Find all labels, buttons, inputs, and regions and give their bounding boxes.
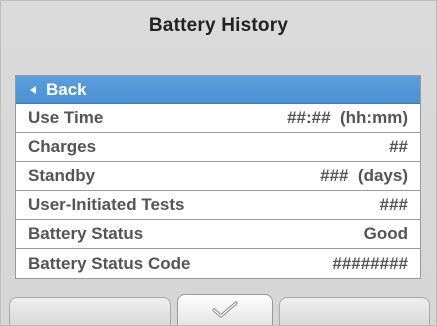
battery-status-label: Battery Status [28, 224, 144, 243]
battery-history-screen: Battery History Back Use Time ##:## (hh:… [0, 0, 437, 326]
back-button[interactable]: Back [16, 76, 420, 104]
list-item-user-initiated-tests[interactable]: User-Initiated Tests ### [16, 191, 420, 220]
use-time-label: Use Time [28, 108, 104, 127]
list-item-use-time[interactable]: Use Time ##:## (hh:mm) [16, 104, 420, 133]
battery-status-code-label: Battery Status Code [28, 253, 191, 273]
header: Battery History [1, 1, 436, 75]
charges-label: Charges [28, 137, 97, 156]
standby-label: Standby [28, 166, 96, 185]
battery-status-code-value: ######## [332, 253, 408, 273]
battery-history-list: Back Use Time ##:## (hh:mm) Charges ## S… [15, 75, 421, 279]
softkey-bar [1, 294, 436, 325]
list-item-charges[interactable]: Charges ## [16, 133, 420, 162]
standby-value: ### (days) [320, 166, 408, 185]
list-item-battery-status[interactable]: Battery Status Good [16, 220, 420, 249]
use-time-value: ##:## (hh:mm) [287, 108, 408, 127]
page-title: Battery History [148, 15, 289, 36]
check-icon [212, 301, 238, 319]
list-item-battery-status-code[interactable]: Battery Status Code ######## [16, 249, 420, 278]
list-item-standby[interactable]: Standby ### (days) [16, 162, 420, 191]
user-initiated-tests-label: User-Initiated Tests [28, 195, 185, 214]
softkey-left[interactable] [9, 297, 171, 325]
charges-value: ## [389, 137, 408, 156]
softkey-right[interactable] [279, 297, 430, 325]
user-initiated-tests-value: ### [379, 195, 408, 214]
battery-status-value: Good [363, 224, 408, 243]
confirm-softkey[interactable] [177, 294, 273, 325]
back-arrow-icon [30, 85, 36, 94]
back-label: Back [46, 79, 87, 99]
